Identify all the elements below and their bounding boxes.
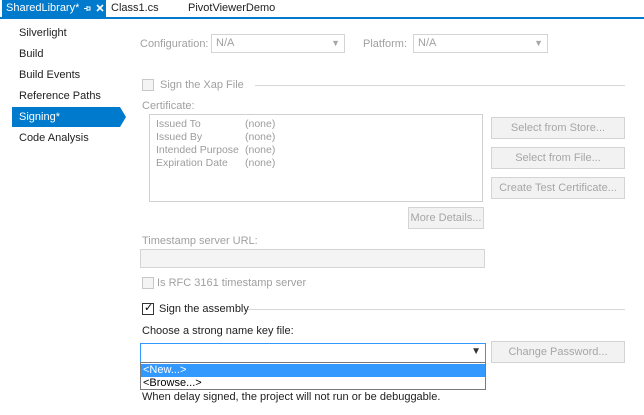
sign-assembly-label: Sign the assembly [159, 303, 249, 315]
tab-label: Class1.cs [111, 2, 159, 14]
key-file-dropdown-list: <New...> <Browse...> [140, 362, 486, 390]
cert-field-value: (none) [245, 144, 276, 156]
sidebar-item-code-analysis[interactable]: Code Analysis [12, 128, 128, 148]
timestamp-server-input[interactable] [140, 249, 485, 268]
cert-field-name: Expiration Date [156, 157, 228, 169]
section-divider [255, 85, 625, 86]
platform-select[interactable]: N/A ▼ [413, 34, 548, 53]
change-password-button[interactable]: Change Password... [491, 341, 625, 363]
cert-field-name: Issued By [156, 131, 203, 143]
cert-field-value: (none) [245, 157, 276, 169]
chevron-down-icon: ▼ [471, 346, 481, 357]
tab-label: PivotViewerDemo [188, 2, 276, 14]
tab-shared-library[interactable]: SharedLibrary* [2, 0, 106, 17]
property-pages-sidebar: Silverlight Build Build Events Reference… [0, 19, 128, 415]
select-from-store-button[interactable]: Select from Store... [491, 117, 625, 139]
sidebar-item-reference-paths[interactable]: Reference Paths [12, 86, 128, 106]
chevron-down-icon: ▼ [534, 38, 543, 48]
create-test-certificate-button[interactable]: Create Test Certificate... [491, 177, 625, 199]
cert-field-value: (none) [245, 131, 276, 143]
cert-field-name: Issued To [156, 118, 201, 130]
configuration-label: Configuration: [140, 38, 209, 50]
selection-arrow [120, 107, 126, 127]
sidebar-item-build-events[interactable]: Build Events [12, 65, 128, 85]
tab-label: SharedLibrary* [6, 2, 80, 14]
tab-class1[interactable]: Class1.cs [111, 0, 159, 17]
pin-icon[interactable] [82, 0, 92, 17]
timestamp-server-label: Timestamp server URL: [142, 235, 258, 247]
select-from-file-button[interactable]: Select from File... [491, 147, 625, 169]
document-tab-strip: SharedLibrary* Class1.cs PivotViewerDemo [0, 0, 644, 19]
sign-xap-checkbox[interactable] [142, 79, 154, 91]
sidebar-item-signing[interactable]: Signing* [12, 107, 120, 127]
key-file-select[interactable]: ▼ [140, 343, 486, 363]
certificate-details-box: Issued To (none) Issued By (none) Intend… [149, 114, 483, 202]
cert-field-value: (none) [245, 118, 276, 130]
dropdown-option-browse[interactable]: <Browse...> [141, 377, 485, 390]
sidebar-item-build[interactable]: Build [12, 44, 128, 64]
section-divider [248, 309, 625, 310]
certificate-label: Certificate: [142, 100, 195, 112]
platform-label: Platform: [363, 38, 408, 50]
close-icon[interactable] [95, 0, 105, 17]
configuration-select[interactable]: N/A ▼ [211, 34, 345, 53]
sign-xap-label: Sign the Xap File [160, 79, 244, 91]
more-details-button[interactable]: More Details... [408, 207, 484, 229]
tab-pivotviewerdemo[interactable]: PivotViewerDemo [188, 0, 275, 17]
configuration-value: N/A [216, 37, 235, 49]
chevron-down-icon: ▼ [331, 38, 340, 48]
delay-sign-note: When delay signed, the project will not … [142, 391, 441, 403]
sidebar-item-silverlight[interactable]: Silverlight [12, 23, 128, 43]
rfc3161-checkbox[interactable] [142, 277, 154, 289]
platform-value: N/A [418, 37, 437, 49]
dropdown-option-new[interactable]: <New...> [141, 364, 485, 377]
sign-assembly-checkbox[interactable] [142, 301, 154, 315]
key-file-label: Choose a strong name key file: [142, 325, 294, 337]
cert-field-name: Intended Purpose [156, 144, 239, 156]
rfc3161-label: Is RFC 3161 timestamp server [157, 277, 307, 289]
